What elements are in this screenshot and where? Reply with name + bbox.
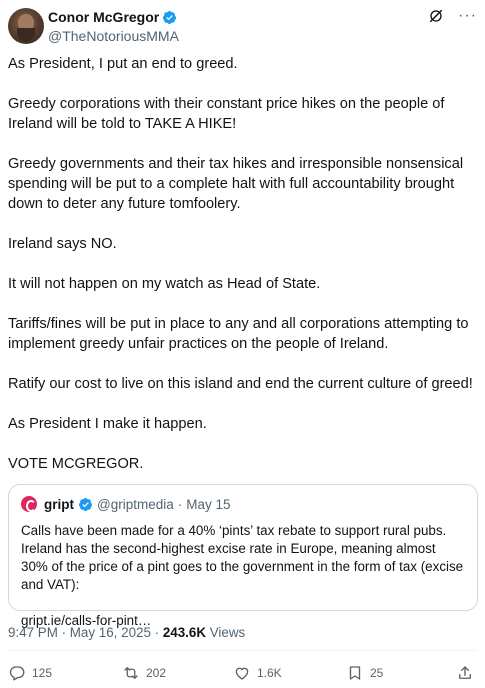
tweet-meta: 9:47 PM · May 16, 2025 · 243.6K Views xyxy=(8,624,245,641)
action-bar: 125 202 1.6K 25 xyxy=(8,664,477,686)
verified-badge-icon xyxy=(163,10,177,25)
repost-icon xyxy=(124,667,138,679)
tweet-timestamp[interactable]: 9:47 PM · May 16, 2025 · xyxy=(8,625,163,640)
author-avatar[interactable] xyxy=(8,8,44,44)
quoted-date[interactable]: May 15 xyxy=(186,497,230,512)
avatar-beard xyxy=(17,28,35,42)
quoted-author-handle[interactable]: @griptmedia xyxy=(97,497,174,512)
tweet-paragraph: Greedy governments and their tax hikes a… xyxy=(8,156,464,212)
author-handle[interactable]: @TheNotoriousMMA xyxy=(48,27,179,45)
like-count: 1.6K xyxy=(257,666,282,680)
bookmark-icon xyxy=(349,666,361,680)
quoted-tweet-text: Calls have been made for a 40% ‘pints’ t… xyxy=(21,523,464,592)
quoted-tweet-header: gript @griptmedia · May 15 xyxy=(21,495,465,513)
reply-count: 125 xyxy=(32,666,53,680)
tweet-paragraph: As President, I put an end to greed. xyxy=(8,56,238,72)
header-actions: ··· xyxy=(428,8,477,24)
more-icon[interactable]: ··· xyxy=(458,8,477,24)
reply-icon xyxy=(9,666,25,681)
author-name-text: Conor McGregor xyxy=(48,9,160,25)
verified-badge-icon xyxy=(78,497,93,511)
share-icon xyxy=(459,666,471,679)
divider xyxy=(8,650,477,651)
quoted-author-name[interactable]: gript xyxy=(44,497,74,512)
tweet-header: Conor McGregor @TheNotoriousMMA ··· xyxy=(8,8,477,48)
author-display-name[interactable]: Conor McGregor xyxy=(48,9,177,26)
tweet-paragraph: Ratify our cost to live on this island a… xyxy=(8,376,473,392)
reply-button[interactable]: 125 xyxy=(8,664,52,682)
quoted-tweet[interactable]: gript @griptmedia · May 15 Calls have be… xyxy=(8,484,478,628)
tweet-text: As President, I put an end to greed. Gre… xyxy=(8,54,477,474)
tweet-paragraph: As President I make it happen. xyxy=(8,416,207,432)
tweet-paragraph: Tariffs/fines will be put in place to an… xyxy=(8,316,469,352)
repost-count: 202 xyxy=(146,666,167,680)
tweet-paragraph: Ireland says NO. xyxy=(8,236,117,252)
share-button[interactable] xyxy=(456,664,474,682)
like-button[interactable]: 1.6K xyxy=(233,664,282,682)
author-names: Conor McGregor @TheNotoriousMMA xyxy=(48,9,179,45)
tweet-paragraph: VOTE MCGREGOR. xyxy=(8,456,144,472)
heart-icon xyxy=(235,667,249,680)
repost-button[interactable]: 202 xyxy=(122,664,166,682)
tweet-paragraph: Greedy corporations with their constant … xyxy=(8,96,445,132)
gript-avatar-icon[interactable] xyxy=(21,496,37,512)
separator-dot: · xyxy=(177,496,183,512)
views-count: 243.6K xyxy=(162,625,206,640)
tweet-paragraph: It will not happen on my watch as Head o… xyxy=(8,276,321,292)
bookmark-button[interactable]: 25 xyxy=(346,664,383,682)
bookmark-count: 25 xyxy=(370,666,384,680)
grok-icon[interactable] xyxy=(428,8,444,24)
views-label: Views xyxy=(206,625,246,640)
